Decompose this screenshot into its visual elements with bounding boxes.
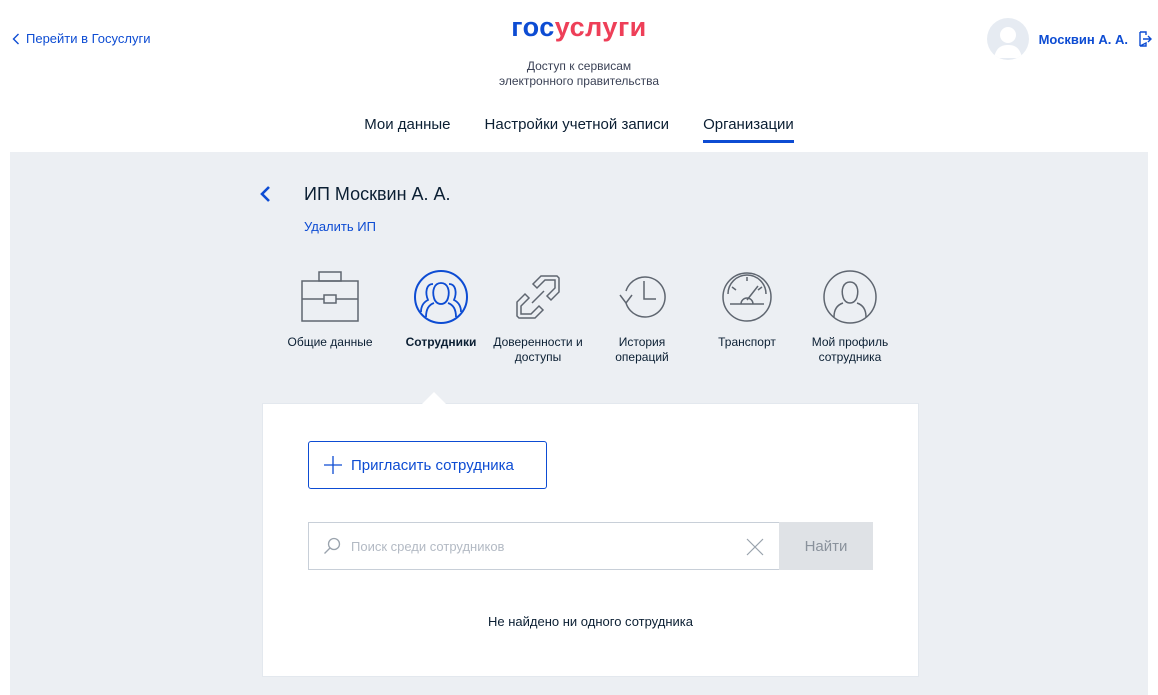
- account-tabs: Мои данные Настройки учетной записи Орга…: [0, 116, 1158, 143]
- org-title: ИП Москвин А. А.: [304, 184, 451, 204]
- menu-history[interactable]: История операций: [586, 266, 698, 365]
- tab-account-settings[interactable]: Настройки учетной записи: [485, 116, 670, 143]
- gosuslugi-logo[interactable]: госуслуги: [0, 12, 1158, 42]
- speedometer-icon: [722, 272, 772, 322]
- delete-ip-link[interactable]: Удалить ИП: [304, 219, 376, 234]
- invite-employee-button[interactable]: Пригласить сотрудника: [308, 441, 547, 489]
- employee-search: [308, 522, 779, 570]
- menu-employees[interactable]: Сотрудники: [385, 266, 497, 350]
- menu-my-profile[interactable]: Мой профиль сотрудника: [794, 266, 906, 365]
- menu-history-label: История: [618, 335, 666, 349]
- search-input[interactable]: [349, 537, 713, 555]
- menu-employees-label: Сотрудники: [405, 335, 477, 349]
- menu-general-data[interactable]: Общие данные: [274, 266, 386, 350]
- tagline-line1: Доступ к сервисам: [526, 59, 632, 73]
- link-icon: [516, 275, 560, 319]
- menu-my-profile-label: Мой профиль: [811, 335, 889, 349]
- search-icon: [324, 537, 341, 554]
- tab-my-data[interactable]: Мои данные: [364, 116, 450, 143]
- employees-icon: [414, 270, 468, 324]
- briefcase-icon: [301, 271, 359, 322]
- empty-state-text: Не найдено ни одного сотрудника: [488, 614, 693, 629]
- user-silhouette-icon: [993, 27, 1022, 58]
- logo-part2: услуги: [554, 12, 647, 42]
- avatar[interactable]: [986, 18, 1029, 60]
- logo-part1: гос: [511, 12, 555, 42]
- user-name[interactable]: Москвин А. А.: [1039, 32, 1128, 47]
- close-icon[interactable]: [745, 537, 765, 557]
- invite-employee-label: Пригласить сотрудника: [351, 456, 514, 474]
- menu-transport[interactable]: Транспорт: [691, 266, 803, 350]
- find-button[interactable]: Найти: [779, 522, 873, 570]
- tagline-line2: электронного правительства: [498, 74, 660, 88]
- profile-icon: [823, 270, 877, 324]
- menu-general-data-label: Общие данные: [287, 335, 373, 349]
- tab-organizations[interactable]: Организации: [703, 116, 794, 143]
- plus-icon: [324, 456, 342, 474]
- panel-pointer: [422, 392, 446, 404]
- logout-icon[interactable]: [1138, 31, 1152, 47]
- menu-powers-label: Доверенности и: [493, 335, 583, 349]
- back-arrow-icon[interactable]: [258, 184, 274, 204]
- history-icon: [619, 276, 666, 318]
- logo-tagline: Доступ к сервисам электронного правитель…: [0, 59, 1158, 89]
- user-menu[interactable]: Москвин А. А.: [986, 18, 1152, 60]
- menu-powers-of-attorney[interactable]: Доверенности и доступы: [482, 266, 594, 365]
- menu-transport-label: Транспорт: [718, 335, 776, 349]
